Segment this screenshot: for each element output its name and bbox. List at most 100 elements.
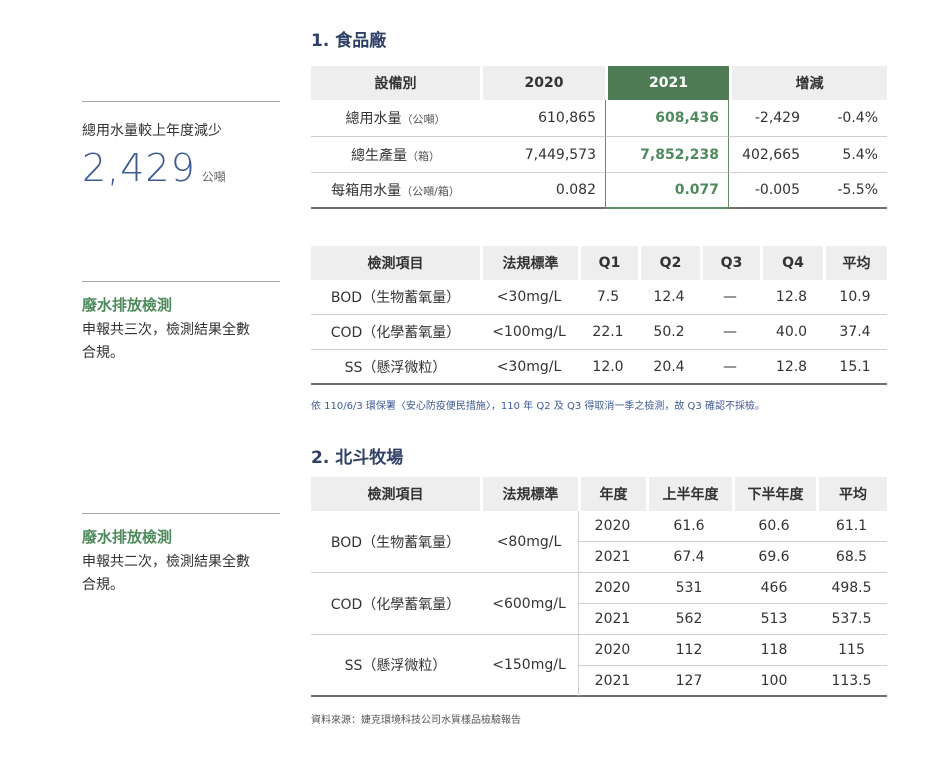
cell-h2: 100 [732, 666, 816, 697]
cell-pct: -0.4% [809, 100, 887, 137]
cell-year: 2020 [578, 635, 646, 666]
table-row: 每箱用水量（公噸/箱） 0.082 0.077 -0.005 -5.5% [311, 173, 887, 209]
cell-q1: 12.0 [578, 350, 638, 385]
wastewater-quarterly-table: 檢測項目 法規標準 Q1 Q2 Q3 Q4 平均 BOD（生物蓄氧量） <30m… [311, 246, 887, 385]
cell-h2: 69.6 [732, 542, 816, 573]
data-source: 資料來源：婕克環境科技公司水質樣品檢驗報告 [311, 715, 521, 726]
cell-2021: 0.077 [605, 173, 729, 209]
section2-title: 2. 北斗牧場 [311, 448, 404, 468]
divider [82, 513, 280, 514]
col-header-q2: Q2 [638, 246, 700, 280]
cell-q3: — [700, 315, 760, 350]
col-header-h1: 上半年度 [646, 477, 732, 511]
summary-label: 總用水量較上年度減少 [82, 123, 222, 139]
col-header-item: 檢測項目 [311, 477, 480, 511]
cell-h1: 562 [646, 604, 732, 635]
cell-2020: 0.082 [480, 173, 605, 209]
col-header-avg: 平均 [816, 477, 887, 511]
cell-standard: <100mg/L [480, 315, 578, 350]
cell-avg: 37.4 [823, 315, 887, 350]
col-header-q4: Q4 [760, 246, 823, 280]
cell-q3: — [700, 280, 760, 315]
wastewater-title: 廢水排放檢測 [82, 528, 173, 546]
wastewater-desc: 申報共三次，檢測結果全數合規。 [82, 322, 250, 361]
summary-panel: 總用水量較上年度減少 2,429 公噸 [82, 101, 280, 190]
cell-q4: 12.8 [760, 350, 823, 385]
divider [82, 101, 280, 102]
col-header-standard: 法規標準 [480, 246, 578, 280]
cell-h2: 60.6 [732, 511, 816, 542]
col-header-q3: Q3 [700, 246, 760, 280]
cell-2020: 7,449,573 [480, 137, 605, 173]
table-row: COD（化學蓄氧量） <600mg/L 2020 531 466 498.5 [311, 573, 887, 635]
col-header-2021: 2021 [605, 66, 729, 100]
divider [82, 281, 280, 282]
cell-h2: 118 [732, 635, 816, 666]
cell-2020: 610,865 [480, 100, 605, 137]
col-header-year: 年度 [578, 477, 646, 511]
col-header-q1: Q1 [578, 246, 638, 280]
table-row: BOD（生物蓄氧量） <30mg/L 7.5 12.4 — 12.8 10.9 [311, 280, 887, 315]
cell-item: BOD（生物蓄氧量） [311, 511, 480, 573]
cell-diff: 402,665 [729, 137, 809, 173]
cell-item: SS（懸浮微粒） [311, 350, 480, 385]
cell-standard: <30mg/L [480, 350, 578, 385]
cell-standard: <150mg/L [480, 635, 578, 697]
cell-q1: 7.5 [578, 280, 638, 315]
cell-h1: 531 [646, 573, 732, 604]
cell-item: COD（化學蓄氧量） [311, 315, 480, 350]
summary-figure: 2,429 公噸 [82, 146, 280, 190]
footnote: 依 110/6/3 環保署〈安心防疫便民措施〉，110 年 Q2 及 Q3 得取… [311, 401, 765, 412]
cell-avg: 15.1 [823, 350, 887, 385]
water-usage-table: 設備別 2020 2021 增減 總用水量（公噸） 610,865 608,43… [311, 66, 887, 209]
cell-h1: 67.4 [646, 542, 732, 573]
cell-avg: 115 [816, 635, 887, 666]
table-row: SS（懸浮微粒） <150mg/L 2020 112 118 115 [311, 635, 887, 697]
col-header-h2: 下半年度 [732, 477, 816, 511]
cell-year: 2021 [578, 666, 646, 697]
wastewater-desc: 申報共二次，檢測結果全數合規。 [82, 554, 250, 593]
cell-pct: 5.4% [809, 137, 887, 173]
cell-item: SS（懸浮微粒） [311, 635, 480, 697]
cell-q4: 12.8 [760, 280, 823, 315]
cell-q2: 20.4 [638, 350, 700, 385]
cell-year: 2021 [578, 604, 646, 635]
table-row: 總生產量（箱） 7,449,573 7,852,238 402,665 5.4% [311, 137, 887, 173]
cell-avg: 498.5 [816, 573, 887, 604]
cell-h1: 61.6 [646, 511, 732, 542]
col-header-standard: 法規標準 [480, 477, 578, 511]
table-row: BOD（生物蓄氧量） <80mg/L 2020 61.6 60.6 61.1 [311, 511, 887, 573]
cell-avg: 113.5 [816, 666, 887, 697]
cell-standard: <600mg/L [480, 573, 578, 635]
wastewater-panel-1: 廢水排放檢測 申報共三次，檢測結果全數合規。 [82, 281, 280, 365]
cell-year: 2020 [578, 573, 646, 604]
cell-h2: 466 [732, 573, 816, 604]
section1-title: 1. 食品廠 [311, 31, 387, 51]
cell-year: 2021 [578, 542, 646, 573]
cell-h2: 513 [732, 604, 816, 635]
cell-h1: 127 [646, 666, 732, 697]
cell-avg: 537.5 [816, 604, 887, 635]
cell-item: BOD（生物蓄氧量） [311, 280, 480, 315]
cell-year: 2020 [578, 511, 646, 542]
table-row: SS（懸浮微粒） <30mg/L 12.0 20.4 — 12.8 15.1 [311, 350, 887, 385]
col-header-change: 增減 [729, 66, 887, 100]
cell-avg: 10.9 [823, 280, 887, 315]
cell-q3: — [700, 350, 760, 385]
wastewater-panel-2: 廢水排放檢測 申報共二次，檢測結果全數合規。 [82, 513, 280, 597]
cell-q4: 40.0 [760, 315, 823, 350]
table-row: COD（化學蓄氧量） <100mg/L 22.1 50.2 — 40.0 37.… [311, 315, 887, 350]
cell-standard: <80mg/L [480, 511, 578, 573]
wastewater-title: 廢水排放檢測 [82, 296, 173, 314]
cell-avg: 61.1 [816, 511, 887, 542]
row-label: 總生產量（箱） [311, 137, 480, 173]
col-header-item: 檢測項目 [311, 246, 480, 280]
cell-q2: 50.2 [638, 315, 700, 350]
farm-wastewater-table: 檢測項目 法規標準 年度 上半年度 下半年度 平均 BOD（生物蓄氧量） <80… [311, 477, 887, 697]
col-header-equipment: 設備別 [311, 66, 480, 100]
cell-item: COD（化學蓄氧量） [311, 573, 480, 635]
table-row: 總用水量（公噸） 610,865 608,436 -2,429 -0.4% [311, 100, 887, 137]
cell-2021: 608,436 [605, 100, 729, 137]
summary-value: 2,429 [82, 146, 196, 190]
cell-diff: -2,429 [729, 100, 809, 137]
